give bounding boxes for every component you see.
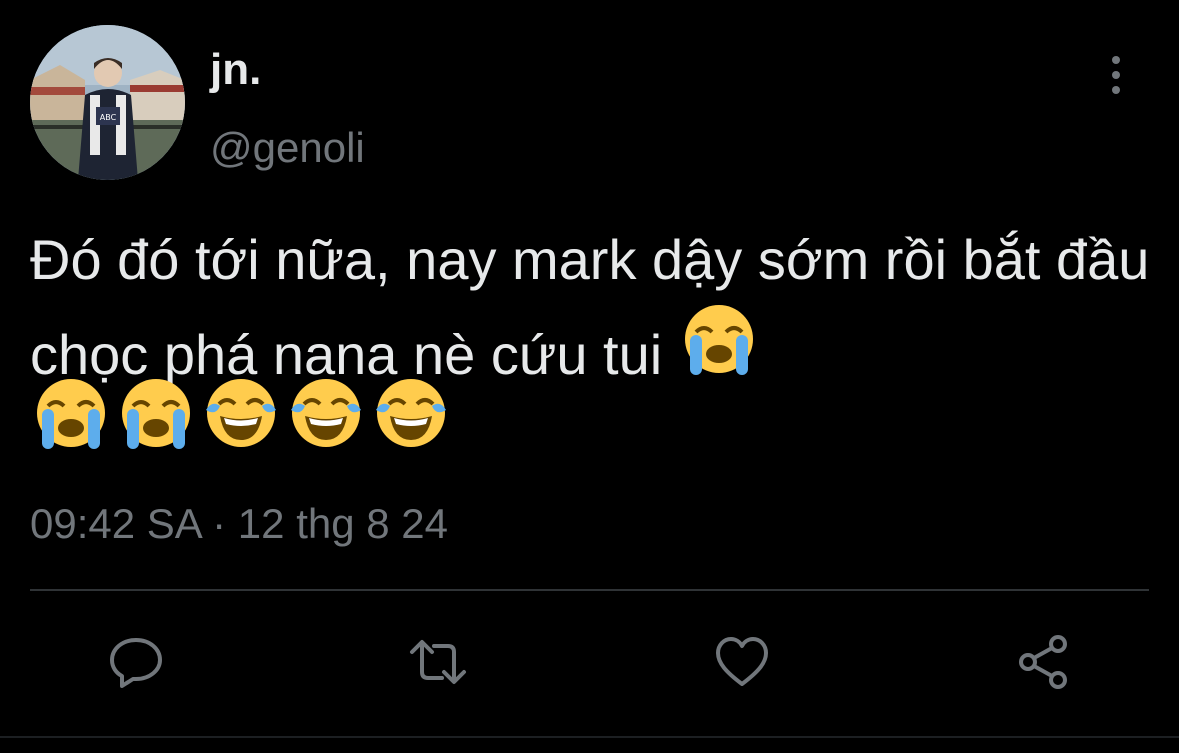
retweet-icon — [410, 640, 466, 684]
tweet-detail: ABC jn. @genoli Đó đó tới nữa, nay mark … — [0, 0, 1179, 753]
face-with-tears-of-joy-icon — [376, 379, 446, 447]
speech-bubble-icon — [110, 638, 162, 688]
share-icon — [1019, 635, 1067, 689]
loudly-crying-face-icon — [37, 379, 105, 449]
divider — [30, 589, 1149, 591]
like-button[interactable] — [710, 630, 774, 694]
face-with-tears-of-joy-icon — [291, 379, 361, 447]
emoji-row — [32, 376, 450, 456]
tweet-text-content: Đó đó tới nữa, nay mark dậy sớm rồi bắt … — [30, 228, 1150, 386]
display-name[interactable]: jn. — [210, 40, 261, 100]
heart-icon — [716, 637, 768, 686]
tweet-timestamp[interactable]: 09:42 SA · 12 thg 8 24 — [30, 496, 448, 552]
share-button[interactable] — [1012, 630, 1076, 694]
bottom-divider — [0, 736, 1179, 738]
avatar[interactable]: ABC — [30, 25, 185, 180]
face-with-tears-of-joy-icon — [206, 379, 276, 447]
reply-button[interactable] — [104, 630, 168, 694]
more-options-icon — [1112, 56, 1120, 64]
loudly-crying-face-icon — [122, 379, 190, 449]
more-options-button[interactable] — [1096, 50, 1136, 100]
more-options-dot — [1112, 86, 1120, 94]
user-handle[interactable]: @genoli — [210, 118, 365, 178]
svg-text:ABC: ABC — [100, 113, 117, 122]
tweet-text: Đó đó tới nữa, nay mark dậy sớm rồi bắt … — [30, 218, 1150, 397]
more-options-dot — [1112, 71, 1120, 79]
avatar-photo: ABC — [30, 25, 185, 180]
retweet-button[interactable] — [406, 630, 470, 694]
loudly-crying-face-icon — [684, 305, 753, 375]
